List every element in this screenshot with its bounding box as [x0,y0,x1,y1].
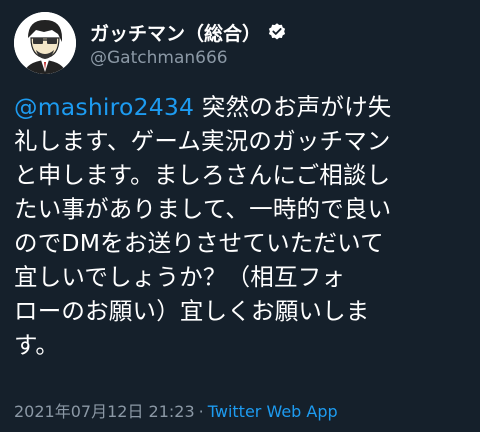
verified-badge-icon [268,23,286,40]
tweet-line: す。 [14,331,60,359]
meta-separator: · [198,402,204,421]
tweet-line: のでDMをお送りさせていただいて [14,229,384,257]
display-name[interactable]: ガッチマン（総合） [90,19,261,46]
avatar-illustration-icon [14,12,76,74]
tweet-card: ガッチマン（総合） @Gatchman666 @mashiro2434 突然のお… [0,0,480,432]
avatar[interactable] [14,12,76,74]
author-handle[interactable]: @Gatchman666 [90,48,287,68]
tweet-timestamp[interactable]: 2021年07月12日 21:23 [14,402,195,421]
author-name-row[interactable]: ガッチマン（総合） [90,18,287,46]
tweet-line: 礼します、ゲーム実況のガッチマン [14,127,391,155]
tweet-line-text: 突然のお声がけ失 [194,93,392,121]
tweet-text: @mashiro2434 突然のお声がけ失 礼します、ゲーム実況のガッチマン と… [14,90,470,362]
tweet-header: ガッチマン（総合） @Gatchman666 [14,12,287,74]
tweet-line: たい事がありまして、一時的で良い [14,195,392,223]
mention-link[interactable]: @mashiro2434 [14,93,194,121]
tweet-line: 宜しいでしょうか？（相互フォ [14,263,346,291]
author-names: ガッチマン（総合） @Gatchman666 [90,18,287,68]
tweet-meta: 2021年07月12日 21:23 · Twitter Web App [14,398,338,422]
tweet-line: @mashiro2434 突然のお声がけ失 [14,90,470,124]
tweet-line: と申します。ましろさんにご相談し [14,161,391,189]
tweet-line: ローのお願い）宜しくお願いしま [14,297,370,325]
source-app-link[interactable]: Twitter Web App [208,402,338,421]
